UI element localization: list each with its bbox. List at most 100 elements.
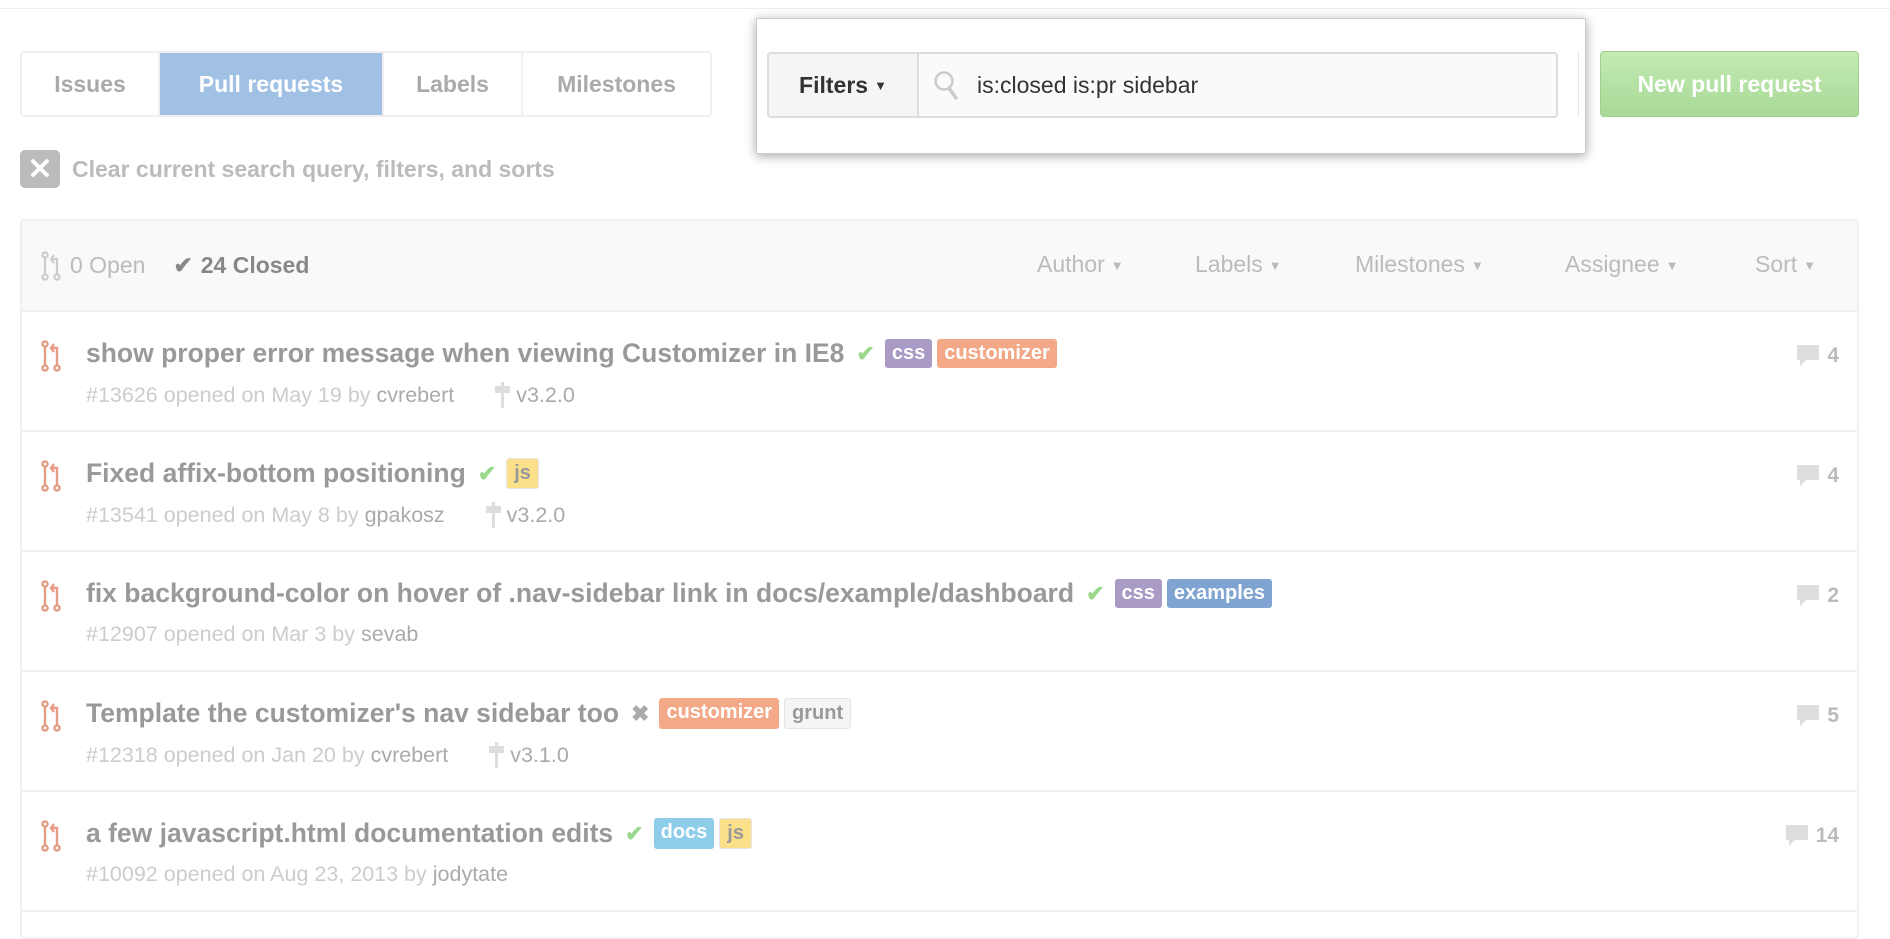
tab-issues[interactable]: Issues [22,53,160,115]
label-badge[interactable]: js [719,818,752,849]
label-badge[interactable]: js [506,458,539,489]
pull-request-icon [41,700,61,732]
label-badge[interactable]: customizer [937,339,1057,368]
check-icon[interactable]: ✔ [1086,581,1104,607]
filters-button[interactable]: Filters ▼ [767,52,919,118]
pull-request-row: a few javascript.html documentation edit… [22,792,1857,912]
comment-icon [1797,705,1820,726]
opened-text: opened on May 19 by [163,382,371,407]
clear-filters-label: Clear current search query, filters, and… [72,155,555,182]
open-filter[interactable]: 0 Open [40,250,146,281]
opened-text: opened on May 8 by [163,502,359,527]
label-badge[interactable]: grunt [784,698,852,729]
caret-down-icon: ▼ [1803,258,1817,274]
milestone-icon [489,742,505,768]
author-link[interactable]: cvrebert [371,743,449,768]
comments-link[interactable]: 4 [1795,464,1839,488]
caret-down-icon: ▼ [1110,258,1124,274]
check-icon: ✔ [173,252,193,278]
search-popup: Filters ▼ is:closed is:pr sidebar [756,18,1586,154]
pull-request-title[interactable]: a few javascript.html documentation edit… [86,818,613,849]
clear-filters-link[interactable]: ✕ Clear current search query, filters, a… [20,150,555,188]
sort-filter[interactable]: Sort ▼ [1755,251,1816,278]
milestones-filter[interactable]: Milestones ▼ [1355,251,1484,278]
caret-down-icon: ▼ [1268,258,1282,274]
milestone-link[interactable]: v3.2.0 [485,502,566,528]
milestone-label: v3.2.0 [506,502,566,527]
close-icon: ✕ [20,150,60,188]
milestone-link[interactable]: v3.2.0 [494,382,575,408]
caret-down-icon: ▼ [874,77,887,93]
label-badge[interactable]: customizer [659,698,780,729]
pull-request-title[interactable]: show proper error message when viewing C… [86,338,844,369]
pull-request-row: Template the customizer's nav sidebar to… [22,672,1857,792]
comments-link[interactable]: 4 [1795,344,1839,368]
pr-number: #12907 [86,622,158,646]
pull-request-title[interactable]: Fixed affix-bottom positioning [86,458,466,489]
pull-request-row: fix background-color on hover of .nav-si… [22,552,1857,672]
list-header: 0 Open ✔ 24 Closed Author ▼ Labels ▼ Miles… [22,221,1857,312]
author-link[interactable]: jodytate [433,862,508,887]
open-count: 0 Open [70,252,146,278]
milestone-link[interactable]: v3.1.0 [488,742,569,768]
comment-count: 2 [1827,584,1839,607]
search-value: is:closed is:pr sidebar [977,71,1199,98]
milestones-label: Milestones [1355,251,1465,277]
check-icon[interactable]: ✔ [856,341,874,367]
pr-number: #13541 [86,502,158,527]
milestone-label: v3.1.0 [510,742,569,767]
x-icon[interactable]: ✖ [631,701,649,727]
pull-request-icon [41,580,61,612]
pull-request-title[interactable]: fix background-color on hover of .nav-si… [86,578,1074,609]
check-icon[interactable]: ✔ [478,461,496,487]
comments-link[interactable]: 2 [1795,584,1839,608]
check-icon[interactable]: ✔ [625,821,643,847]
pull-request-list: 0 Open ✔ 24 Closed Author ▼ Labels ▼ Miles… [20,219,1859,939]
milestone-label: v3.2.0 [516,382,575,407]
author-link[interactable]: sevab [361,622,418,647]
opened-text: opened on Mar 3 by [163,622,355,646]
sort-label: Sort [1755,251,1798,277]
pull-request-title[interactable]: Template the customizer's nav sidebar to… [86,698,619,729]
author-filter[interactable]: Author ▼ [1037,251,1124,278]
pull-request-icon [41,820,61,852]
pull-request-row: show proper error message when viewing C… [22,312,1857,432]
comments-link[interactable]: 14 [1784,824,1839,848]
opened-text: opened on Jan 20 by [163,742,365,767]
labels-label: Labels [1195,251,1263,277]
closed-filter[interactable]: ✔ 24 Closed [173,252,309,279]
search-icon [934,71,958,100]
pr-number: #10092 [86,862,158,886]
subnav-tabs: Issues Pull requests Labels Milestones [20,51,712,117]
comment-icon [1785,825,1808,846]
pull-request-icon [41,250,61,281]
tab-pull-requests[interactable]: Pull requests [160,53,384,115]
comment-count: 14 [1815,824,1839,847]
label-badge[interactable]: docs [653,818,715,849]
label-badge[interactable]: examples [1166,579,1273,608]
new-pull-request-button[interactable]: New pull request [1600,51,1859,117]
label-badge[interactable]: css [884,339,933,368]
tab-labels[interactable]: Labels [384,53,523,115]
milestone-icon [495,382,511,408]
top-divider [0,8,1890,9]
author-label: Author [1037,251,1105,277]
comment-count: 5 [1827,704,1839,727]
label-badge[interactable]: css [1114,579,1162,608]
comment-icon [1797,345,1820,366]
tab-milestones[interactable]: Milestones [523,53,710,115]
pr-number: #12318 [86,742,158,767]
closed-count: 24 Closed [200,252,310,278]
opened-text: opened on Aug 23, 2013 by [163,862,427,886]
comments-link[interactable]: 5 [1795,704,1839,728]
labels-filter[interactable]: Labels ▼ [1195,251,1282,278]
caret-down-icon: ▼ [1470,258,1484,274]
author-link[interactable]: gpakosz [365,503,445,528]
search-input[interactable]: is:closed is:pr sidebar [919,52,1558,118]
milestone-icon [485,502,501,528]
comment-icon [1797,585,1820,606]
assignee-label: Assignee [1565,251,1660,277]
author-link[interactable]: cvrebert [377,383,455,408]
assignee-filter[interactable]: Assignee ▼ [1565,251,1679,278]
comment-icon [1797,465,1820,486]
